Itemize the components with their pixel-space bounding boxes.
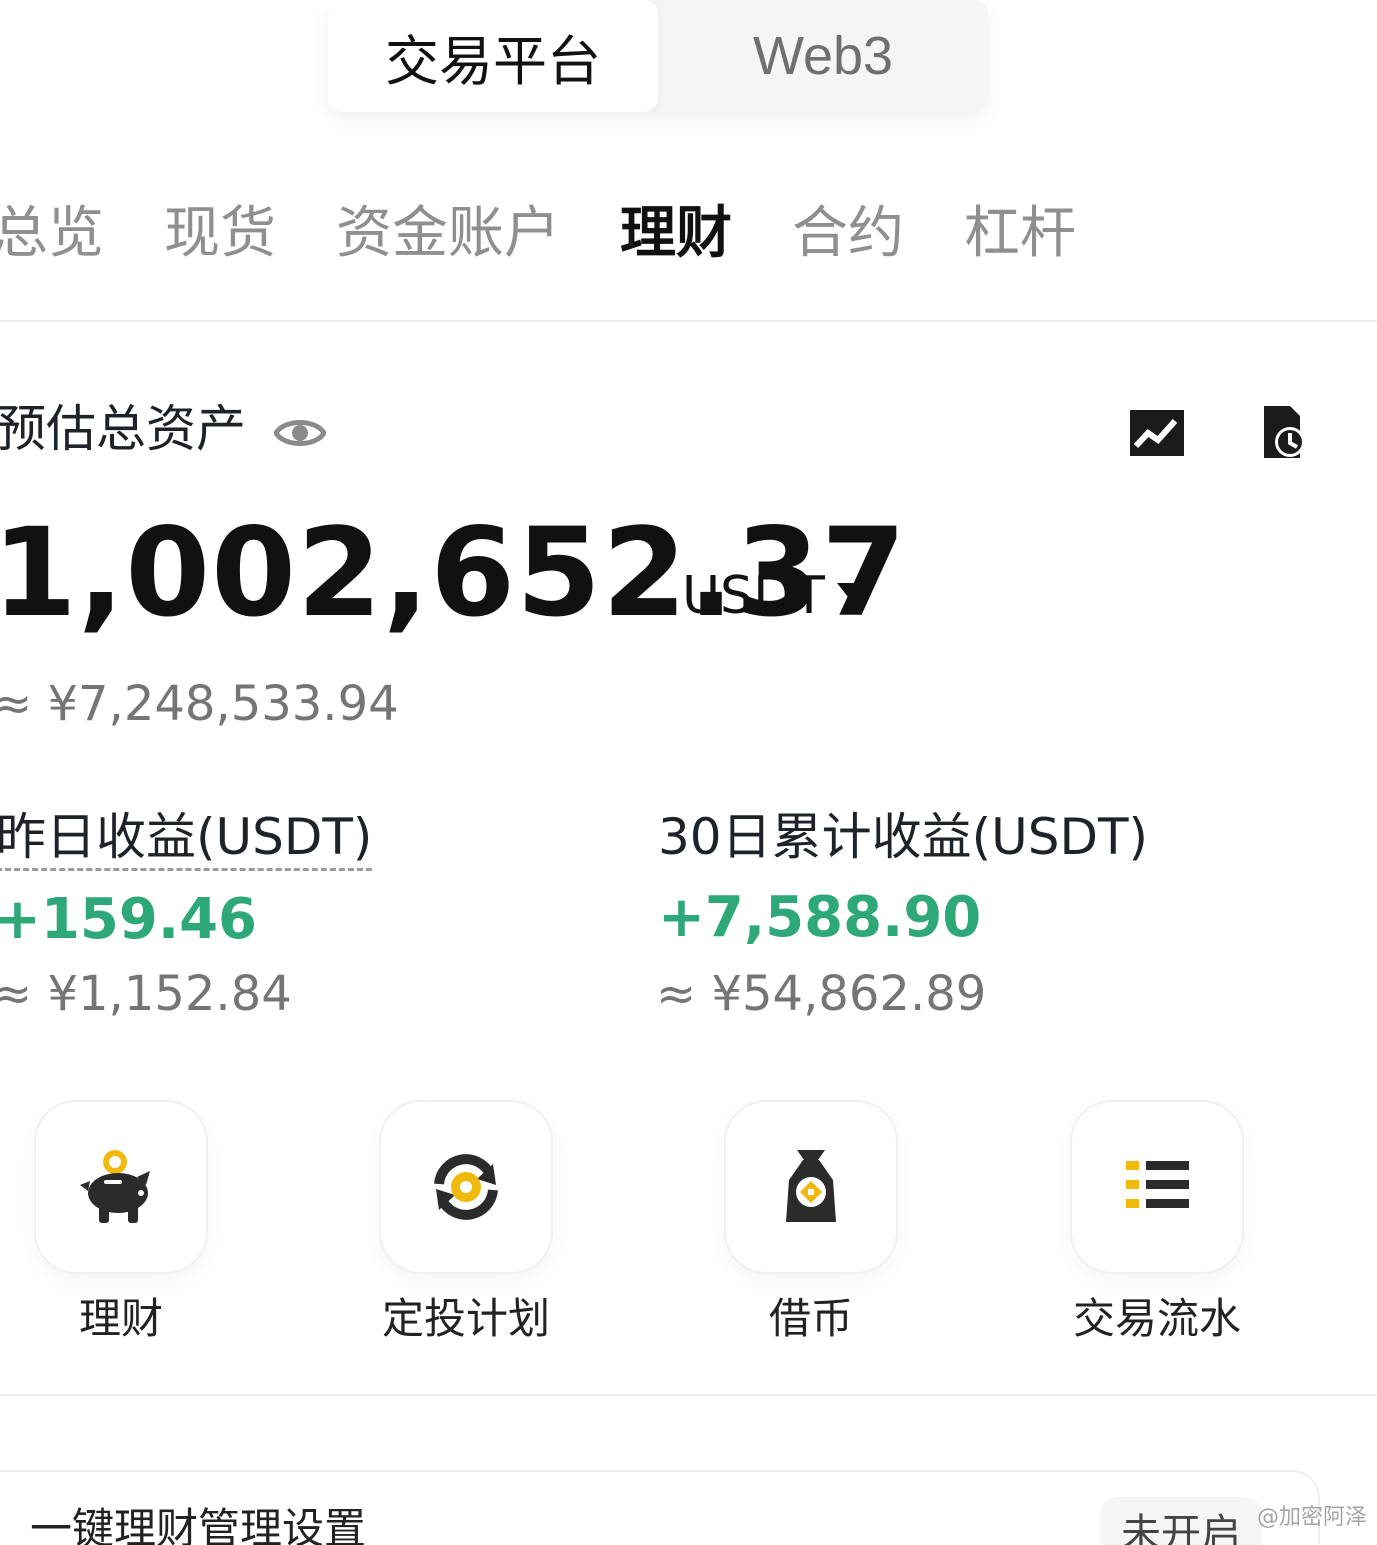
quick-action-loan-label: 借币	[768, 1294, 854, 1343]
quick-action-earn-icon-box[interactable]	[34, 1100, 208, 1274]
quick-action-loan-icon-box[interactable]	[724, 1100, 898, 1274]
auto-earn-status-badge[interactable]: 未开启	[1100, 1497, 1262, 1545]
trend-chart-icon[interactable]	[1128, 408, 1186, 458]
loan-bag-icon	[786, 1150, 836, 1222]
thirty-day-earnings-value: +7,588.90	[658, 885, 982, 950]
recurring-coin-icon	[434, 1154, 498, 1220]
category-tabs: 总览 现货 资金账户 理财 合约 杠杆	[0, 206, 1076, 262]
yesterday-earnings-value: +159.46	[0, 887, 258, 952]
piggy-bank-icon	[80, 1150, 150, 1223]
list-icon	[1126, 1161, 1189, 1208]
total-asset-cny: ≈ ¥7,248,533.94	[0, 676, 399, 732]
estimated-total-assets-label: 预估总资产	[0, 400, 246, 458]
watermark: @加密阿泽	[1257, 1499, 1367, 1531]
tab-earn[interactable]: 理财	[620, 206, 732, 262]
tab-overview[interactable]: 总览	[0, 206, 104, 262]
thirty-day-earnings-label: 30日累计收益(USDT)	[658, 808, 1149, 866]
wallet-earn-page: 交易平台 Web3 总览 现货 资金账户 理财 合约 杠杆 预估总资产 1,00…	[0, 0, 1377, 1545]
quick-action-earn-label: 理财	[78, 1294, 164, 1343]
platform-tab-web3[interactable]: Web3	[658, 0, 988, 112]
quick-action-auto-invest[interactable]: 定投计划	[379, 1100, 553, 1340]
quick-action-earn[interactable]: 理财	[34, 1100, 208, 1340]
yesterday-earnings-cny: ≈ ¥1,152.84	[0, 966, 292, 1022]
history-icon[interactable]	[1260, 404, 1312, 462]
tab-spot[interactable]: 现货	[164, 206, 276, 262]
auto-earn-settings-label: 一键理财管理设置	[30, 1504, 367, 1545]
quick-action-transactions[interactable]: 交易流水	[1070, 1100, 1244, 1340]
yesterday-earnings-label[interactable]: 昨日收益(USDT)	[0, 812, 373, 871]
quick-action-transactions-label: 交易流水	[1072, 1294, 1242, 1343]
section-divider	[0, 1394, 1377, 1396]
tab-futures[interactable]: 合约	[792, 206, 904, 262]
tab-funding[interactable]: 资金账户	[336, 206, 560, 262]
tabs-divider	[0, 320, 1377, 322]
tab-margin[interactable]: 杠杆	[964, 206, 1076, 262]
watermark-text: @加密阿泽	[1256, 1505, 1367, 1530]
eye-icon[interactable]	[274, 412, 326, 454]
thirty-day-earnings-cny: ≈ ¥54,862.89	[656, 966, 987, 1022]
platform-tab-exchange[interactable]: 交易平台	[328, 0, 658, 112]
currency-selector[interactable]: USDT	[682, 570, 825, 622]
caret-down-icon[interactable]	[834, 580, 862, 600]
quick-action-auto-invest-icon-box[interactable]	[379, 1100, 553, 1274]
quick-action-auto-invest-label: 定投计划	[381, 1294, 551, 1343]
quick-action-transactions-icon-box[interactable]	[1070, 1100, 1244, 1274]
platform-switch: 交易平台 Web3	[328, 0, 988, 112]
quick-action-loan[interactable]: 借币	[724, 1100, 898, 1340]
